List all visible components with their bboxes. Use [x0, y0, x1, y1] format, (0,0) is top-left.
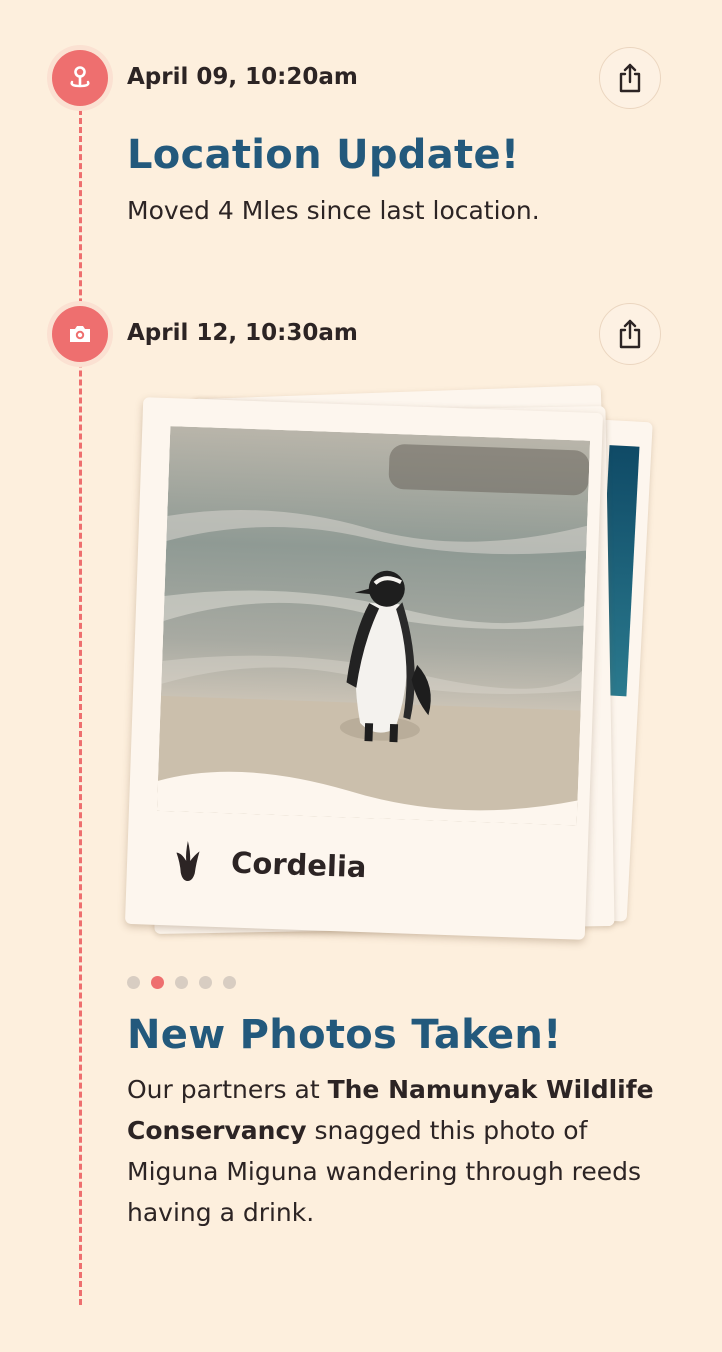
entry-description: Our partners at The Namunyak Wildlife Co…	[127, 1069, 667, 1233]
carousel-dot[interactable]	[199, 976, 212, 989]
timeline-page: April 09, 10:20am Location Update! Moved…	[0, 0, 722, 1352]
footprint-icon	[176, 840, 200, 881]
timestamp: April 12, 10:30am	[127, 320, 358, 346]
timeline-dashed-line	[79, 100, 82, 1305]
animal-name: Cordelia	[230, 845, 368, 885]
carousel-dot[interactable]	[175, 976, 188, 989]
share-button[interactable]	[599, 47, 661, 109]
carousel-indicator	[127, 976, 247, 989]
share-icon	[619, 63, 641, 93]
location-pin-icon	[52, 50, 108, 106]
description-text: Our partners at	[127, 1075, 328, 1104]
camera-icon	[52, 306, 108, 362]
photo-stack[interactable]: Cordelia	[120, 380, 680, 970]
carousel-dot[interactable]	[223, 976, 236, 989]
share-button[interactable]	[599, 303, 661, 365]
entry-description: Moved 4 Mles since last location.	[127, 196, 540, 225]
carousel-dot[interactable]	[127, 976, 140, 989]
timestamp: April 09, 10:20am	[127, 64, 358, 90]
carousel-dot-active[interactable]	[151, 976, 164, 989]
photo-caption: Cordelia	[172, 838, 367, 889]
share-icon	[619, 319, 641, 349]
penguin-photo	[156, 426, 591, 826]
photo-card[interactable]: Cordelia	[124, 397, 604, 940]
entry-title: New Photos Taken!	[127, 1012, 562, 1058]
entry-title: Location Update!	[127, 132, 520, 178]
